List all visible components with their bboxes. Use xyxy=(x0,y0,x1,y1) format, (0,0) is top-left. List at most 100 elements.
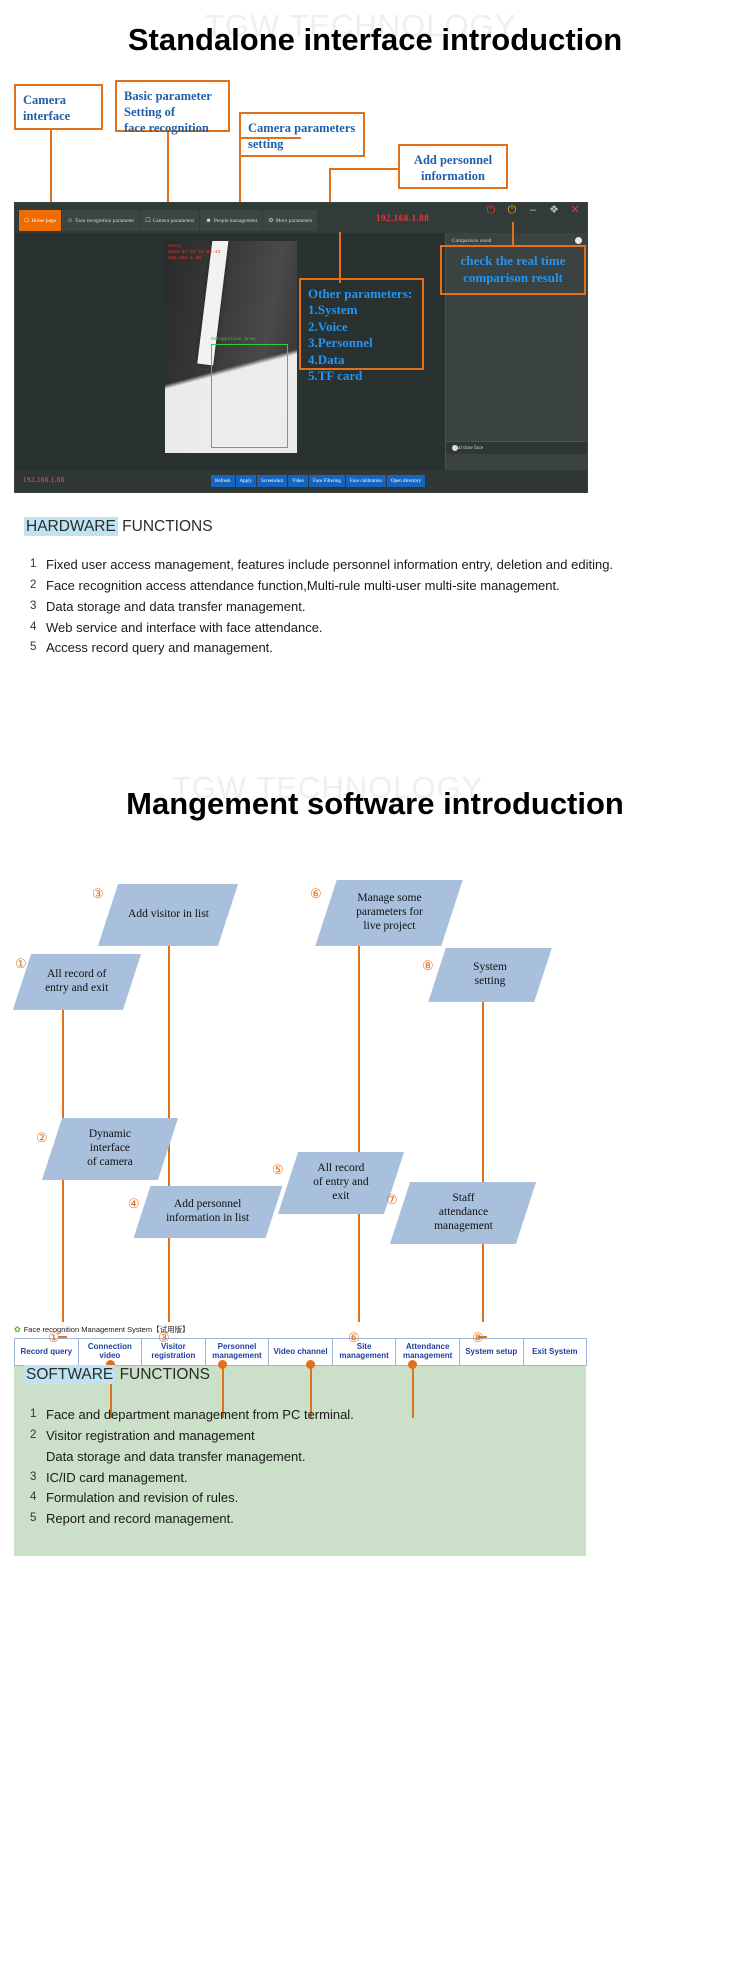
list-text: Fixed user access management, features i… xyxy=(46,557,614,572)
callout-text-group: Add personnel information in list xyxy=(166,1198,249,1226)
callout-line: All record of xyxy=(47,968,107,981)
list-text: Data storage and data transfer managemen… xyxy=(46,598,306,614)
callout-text-group: All record of entry and exit xyxy=(313,1162,369,1203)
face-filtering-button[interactable]: Face Filtering xyxy=(308,475,345,487)
hardware-heading-rest: FUNCTIONS xyxy=(117,518,213,535)
menu-record-query[interactable]: Record query xyxy=(14,1338,79,1366)
list-number: 4 xyxy=(26,619,46,634)
software-heading-rest: FUNCTIONS xyxy=(115,1366,210,1383)
video-button[interactable]: Video xyxy=(288,475,308,487)
callout-line: of camera xyxy=(87,1155,133,1168)
callout-line: Camera parameters xyxy=(248,121,356,135)
list-text: Access record query and management. xyxy=(46,640,273,656)
list-number: 3 xyxy=(26,1469,46,1484)
list-item: 1 Face and department management from PC… xyxy=(26,1406,626,1425)
tab-people-management[interactable]: ☻ People management xyxy=(200,210,263,231)
callout-line: System xyxy=(473,961,507,974)
gear-icon: ⚙ xyxy=(268,217,274,224)
callout-line: 5.TF card xyxy=(308,367,363,383)
callout-line: interface xyxy=(89,1142,131,1155)
callout-number-3-marker: ③ xyxy=(158,1330,170,1345)
realtime-indicator xyxy=(452,445,458,451)
callout-text: Add visitor in list xyxy=(127,908,209,921)
callout-number-8-marker: ⑧ xyxy=(472,1330,484,1345)
callout-system-setting: System setting xyxy=(428,948,552,1002)
list-item: 1 Fixed user access management, features… xyxy=(26,556,626,575)
page-title-standalone: Standalone interface introduction xyxy=(127,22,623,57)
tab-label: Camera parameters xyxy=(152,217,195,224)
list-item: 4 Formulation and revision of rules. xyxy=(26,1489,626,1508)
software-functions-heading: SOFTWARE FUNCTIONS xyxy=(24,1365,210,1384)
callout-number-7: ⑦ xyxy=(386,1192,398,1207)
callout-comparison-result: check the real time comparison result xyxy=(440,245,586,295)
callout-line: interface xyxy=(23,109,71,123)
standby-icon[interactable]: ⏻ xyxy=(506,205,518,217)
callout-line: All record xyxy=(317,1162,365,1175)
callout-number-4: ④ xyxy=(128,1196,140,1211)
callout-text-group: Staff attendance management xyxy=(434,1192,493,1233)
menu-exit-system[interactable]: Exit System xyxy=(522,1338,588,1366)
list-text: Web service and interface with face atte… xyxy=(46,619,323,635)
connector-line xyxy=(167,132,169,206)
menu-site-management[interactable]: Site management xyxy=(331,1338,397,1366)
osd-entry-text: entry xyxy=(168,244,182,249)
tab-more-parameters[interactable]: ⚙ More parameters xyxy=(263,210,318,231)
app-bottom-bar: 192.168.1.88 Refresh Apply Screenshot Vi… xyxy=(15,470,587,492)
callout-line: Manage some xyxy=(356,892,422,905)
apply-button[interactable]: Apply xyxy=(235,475,257,487)
list-item: 2 Visitor registration and management xyxy=(26,1427,626,1446)
page-title-management: Mangement software introduction xyxy=(126,786,624,821)
callout-text-group: Manage some parameters for live project xyxy=(356,892,423,933)
osd-timestamp: 2019-07-03 11:08:43 xyxy=(168,250,221,255)
callout-line: parameters for xyxy=(355,906,423,919)
close-icon[interactable]: ✕ xyxy=(569,205,581,217)
minimize-icon[interactable]: – xyxy=(527,205,539,217)
software-heading-highlight: SOFTWARE xyxy=(24,1365,116,1384)
connector-line xyxy=(482,1002,484,1336)
face-icon: ☺ xyxy=(67,217,74,224)
hardware-heading-highlight: HARDWARE xyxy=(24,517,118,536)
connector-line xyxy=(329,168,331,206)
list-number: 5 xyxy=(26,639,46,655)
refresh-button[interactable]: Refresh xyxy=(211,475,235,487)
tab-label: More parameters xyxy=(275,217,313,224)
callout-line: management xyxy=(433,1219,493,1232)
menu-video-channel[interactable]: Video channel xyxy=(268,1338,333,1366)
callout-line: Add personnel xyxy=(413,153,493,167)
connector-line xyxy=(512,222,514,245)
software-functions-list: 1 Face and department management from PC… xyxy=(26,1406,626,1531)
callout-number-5: ⑤ xyxy=(272,1162,284,1177)
callout-staff-attendance: Staff attendance management xyxy=(389,1182,537,1244)
callout-text-group: All record of entry and exit xyxy=(45,968,108,996)
menu-visitor-registration[interactable]: Visitor registration xyxy=(141,1338,206,1366)
open-directory-button[interactable]: Open directory xyxy=(386,475,426,487)
connector-dot xyxy=(218,1360,227,1369)
detection-area-label: Recognition area xyxy=(211,337,256,342)
callout-line: live project xyxy=(362,919,416,932)
menu-personnel-management[interactable]: Personnel management xyxy=(204,1338,270,1366)
tab-face-recognition-parameter[interactable]: ☺ Face recognition parameter xyxy=(62,210,140,231)
menu-attendance-management[interactable]: Attendance management xyxy=(395,1338,460,1366)
poster-page: TGW TECHNOLOGY TGW TECHNOLOGY Standalone… xyxy=(0,0,750,1976)
maximize-icon[interactable]: ❖ xyxy=(548,205,560,217)
power-icon[interactable]: ⏻ xyxy=(485,205,497,217)
hardware-functions-list: 1 Fixed user access management, features… xyxy=(26,556,626,660)
menu-system-setup[interactable]: System setup xyxy=(458,1338,524,1366)
callout-line: 2.Voice xyxy=(308,318,348,334)
callout-line: 3.Personnel xyxy=(308,335,373,351)
callout-number-6: ⑥ xyxy=(310,886,322,901)
realtime-face-bar: Real time face xyxy=(446,441,587,454)
tab-camera-parameters[interactable]: ☐ Camera parameters xyxy=(140,210,200,231)
list-item: 2 Face recognition access attendance fun… xyxy=(26,577,626,596)
tab-home-page[interactable]: ☖ Home page xyxy=(19,210,62,231)
ip-address-top: 192.168.1.88 xyxy=(376,213,430,223)
callout-basic-parameter: Basic parameter Setting of face recognit… xyxy=(115,80,230,135)
callout-line: information xyxy=(421,169,485,183)
list-number: 5 xyxy=(26,1510,46,1526)
app-logo-icon: ✿ xyxy=(14,1324,21,1334)
face-calibration-button[interactable]: Face calibration xyxy=(345,475,386,487)
callout-all-record-1: All record of entry and exit xyxy=(12,954,142,1010)
screenshot-button[interactable]: Screenshot xyxy=(257,475,288,487)
callout-number-2: ② xyxy=(36,1130,48,1145)
list-item: 3 IC/ID card management. xyxy=(26,1469,626,1488)
